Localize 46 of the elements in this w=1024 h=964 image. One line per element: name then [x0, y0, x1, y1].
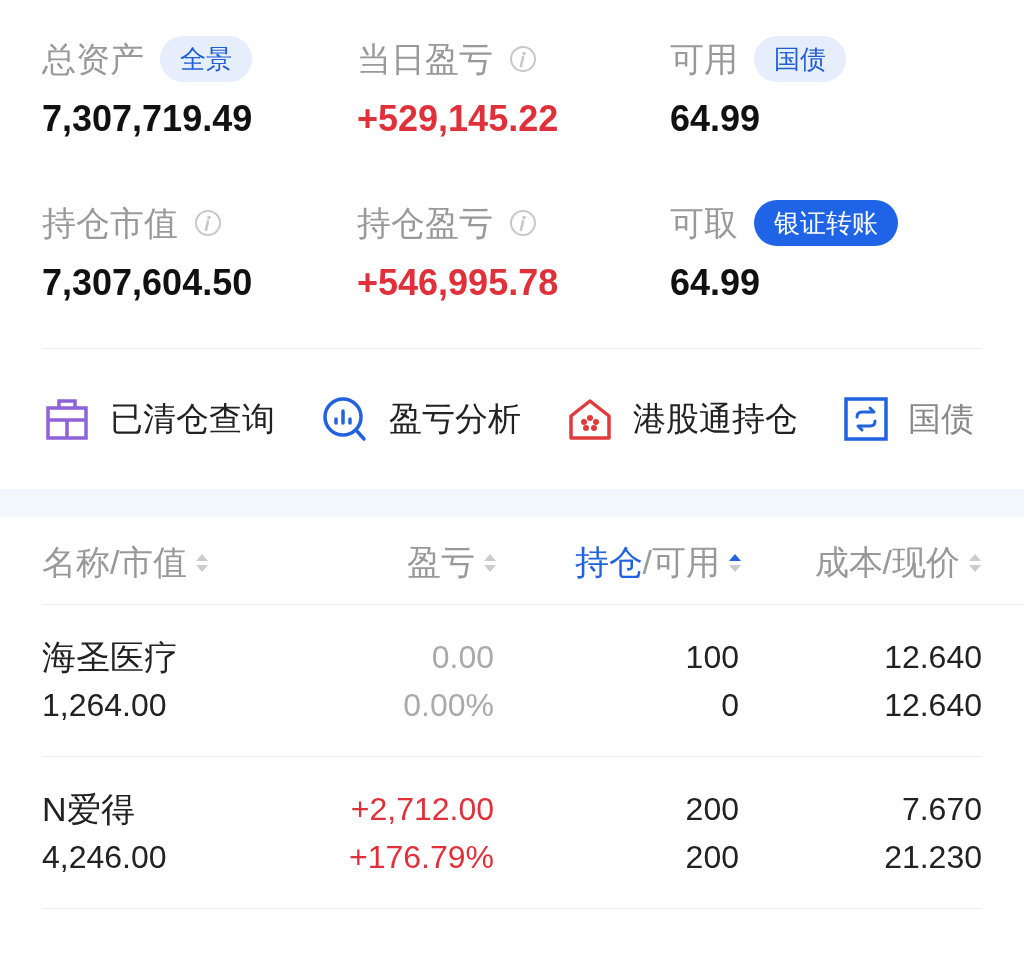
briefcase-icon [44, 396, 90, 442]
price-secondary-value: 12.640 [884, 686, 982, 725]
info-icon[interactable] [194, 209, 222, 237]
metric-label: 持仓盈亏 [357, 202, 493, 244]
position-value: 200 [685, 790, 739, 829]
exchange-icon [844, 397, 888, 441]
tag-button[interactable]: 银证转账 [754, 200, 898, 246]
metric-value: 64.99 [670, 97, 762, 141]
info-icon[interactable] [509, 209, 537, 237]
metric-label: 持仓市值 [42, 202, 178, 244]
profit-secondary-value: +176.79% [349, 838, 494, 877]
price-value: 12.640 [884, 638, 982, 677]
profit-value: +2,712.00 [350, 790, 494, 829]
shortcut-button[interactable]: 盈亏分析 [321, 394, 521, 444]
stock-name: N爱得 [42, 789, 136, 830]
tag-button[interactable]: 全景 [160, 36, 252, 82]
chart-search-icon [321, 395, 369, 443]
metric-value: 7,307,604.50 [42, 261, 254, 305]
position-secondary-value: 0 [721, 686, 739, 725]
shortcut-button[interactable]: 港股通持仓 [567, 394, 798, 444]
position-value: 100 [685, 638, 739, 677]
metric-label: 可用 [670, 38, 738, 80]
position-secondary-value: 200 [685, 838, 739, 877]
metric-label: 总资产 [42, 38, 144, 80]
metric-label: 可取 [670, 202, 738, 244]
market-value: 4,246.00 [42, 838, 168, 877]
metric-value: 64.99 [670, 261, 762, 305]
market-value: 1,264.00 [42, 686, 168, 725]
shortcut-button[interactable]: 已清仓查询 [44, 394, 275, 444]
profit-value: 0.00 [431, 638, 494, 677]
house-flower-icon [567, 396, 613, 442]
stock-name: 海圣医疗 [42, 637, 179, 678]
metric-value: +546,995.78 [357, 261, 560, 305]
metric-label: 当日盈亏 [357, 38, 493, 80]
tag-button[interactable]: 国债 [754, 36, 846, 82]
column-header[interactable]: 成本/现价 [814, 537, 960, 588]
price-secondary-value: 21.230 [884, 838, 982, 877]
metric-value: +529,145.22 [357, 97, 560, 141]
info-icon[interactable] [509, 45, 537, 73]
profit-secondary-value: 0.00% [403, 686, 494, 725]
column-header[interactable]: 名称/市值 [42, 537, 188, 588]
column-header[interactable]: 盈亏 [407, 537, 475, 588]
column-header[interactable]: 持仓/可用 [574, 537, 720, 588]
shortcut-button[interactable]: 国债 [844, 394, 974, 444]
price-value: 7.670 [901, 790, 982, 829]
metric-value: 7,307,719.49 [42, 97, 254, 141]
